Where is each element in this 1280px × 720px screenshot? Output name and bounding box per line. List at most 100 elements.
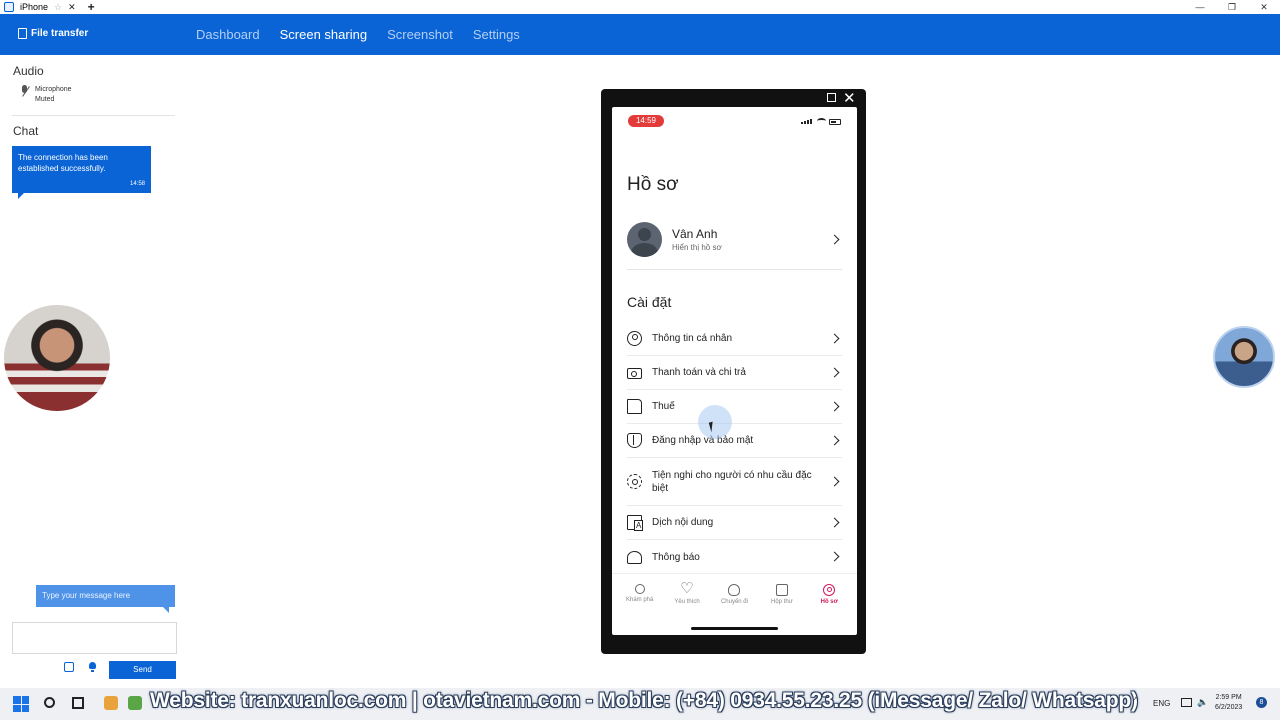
taskbar-clock[interactable]: 2:59 PM 6/2/2023 bbox=[1215, 693, 1242, 713]
menu-label: Đăng nhập và bảo mật bbox=[652, 435, 754, 446]
chevron-right-icon bbox=[829, 333, 840, 343]
microphone-toggle[interactable]: Microphone Muted bbox=[20, 85, 72, 105]
payment-card-icon bbox=[627, 368, 642, 379]
presenter-avatar-badge bbox=[1213, 326, 1275, 388]
browser-tab[interactable]: iPhone ☆ ✕ bbox=[0, 0, 80, 14]
app-icon[interactable] bbox=[104, 696, 118, 710]
task-view-icon[interactable] bbox=[72, 697, 84, 709]
attach-screenshot-icon[interactable] bbox=[64, 662, 74, 672]
close-window-button[interactable]: ✕ bbox=[1248, 0, 1280, 14]
menu-label: Thông báo bbox=[652, 551, 700, 563]
tab-trips[interactable]: Chuyến đi bbox=[712, 574, 756, 617]
tab-wishlists[interactable]: Yêu thích bbox=[665, 574, 709, 617]
menu-label: Dịch nội dung bbox=[652, 517, 714, 528]
nav-settings[interactable]: Settings bbox=[473, 27, 520, 42]
tab-close-icon[interactable]: ✕ bbox=[68, 2, 76, 13]
chevron-right-icon bbox=[829, 435, 840, 445]
heart-icon bbox=[680, 579, 693, 597]
send-button[interactable]: Send bbox=[109, 661, 176, 679]
page-title: Hồ sơ bbox=[627, 174, 679, 195]
menu-notifications[interactable]: Thông báo bbox=[627, 540, 842, 574]
chat-message-text: The connection has been established succ… bbox=[18, 153, 108, 173]
settings-heading: Cài đặt bbox=[627, 294, 672, 310]
menu-payments[interactable]: Thanh toán và chi trả bbox=[627, 356, 842, 390]
menu-personal-info[interactable]: Thông tin cá nhân bbox=[627, 322, 842, 356]
user-circle-icon bbox=[627, 331, 642, 346]
windows-start-icon[interactable] bbox=[13, 696, 29, 712]
phone-screen[interactable]: 14:59 Hồ sơ Vân Anh Hiển thị hồ sơ Cài đ… bbox=[612, 107, 857, 635]
inbox-icon bbox=[775, 584, 788, 596]
battery-icon bbox=[829, 119, 841, 125]
document-icon bbox=[627, 399, 642, 414]
popout-icon[interactable] bbox=[827, 93, 836, 102]
left-panel: Audio Microphone Muted Chat The connecti… bbox=[0, 55, 185, 688]
chat-message-bubble: The connection has been established succ… bbox=[12, 146, 151, 199]
watermark-banner: Website: tranxuanloc.com | otavietnam.co… bbox=[150, 689, 1138, 712]
menu-login-security[interactable]: Đăng nhập và bảo mật bbox=[627, 424, 842, 458]
profile-icon bbox=[823, 584, 836, 596]
wifi-icon bbox=[817, 118, 826, 124]
divider bbox=[627, 269, 842, 270]
tab-title: iPhone bbox=[20, 2, 49, 12]
nav-screenshot[interactable]: Screenshot bbox=[387, 27, 453, 42]
tab-label: Khám phá bbox=[626, 597, 654, 603]
divider bbox=[12, 115, 175, 116]
clock-time: 2:59 PM bbox=[1215, 694, 1242, 701]
message-hint: Type your message here bbox=[36, 585, 175, 613]
tab-label: Hộp thư bbox=[771, 599, 793, 605]
top-navigation: File transfer Dashboard Screen sharing S… bbox=[0, 14, 1280, 55]
chevron-right-icon bbox=[829, 367, 840, 377]
tab-label: Chuyến đi bbox=[720, 599, 748, 605]
microphone-status: Muted bbox=[35, 96, 55, 103]
nav-dashboard[interactable]: Dashboard bbox=[196, 27, 260, 42]
chat-input[interactable] bbox=[12, 622, 177, 654]
window-titlebar: iPhone ☆ ✕ + — ❐ ✕ bbox=[0, 0, 1280, 14]
search-icon[interactable] bbox=[44, 697, 55, 708]
tab-explore[interactable]: Khám phá bbox=[618, 574, 662, 617]
menu-taxes[interactable]: Thuế bbox=[627, 390, 842, 424]
app-icon bbox=[4, 2, 14, 12]
chat-message-time: 14:58 bbox=[129, 181, 145, 187]
nav-links: Dashboard Screen sharing Screenshot Sett… bbox=[196, 14, 520, 55]
nav-screen-sharing[interactable]: Screen sharing bbox=[280, 27, 367, 42]
profile-subtitle: Hiển thị hồ sơ bbox=[672, 243, 722, 252]
restore-button[interactable]: ❐ bbox=[1216, 0, 1248, 14]
microphone-muted-icon bbox=[20, 85, 30, 99]
tray-overflow-icon[interactable]: ^ bbox=[1134, 695, 1138, 705]
menu-label: Thông tin cá nhân bbox=[652, 333, 733, 344]
menu-accessibility[interactable]: Tiện nghi cho người có nhu cầu đặc biệt bbox=[627, 458, 842, 506]
phone-mirror-frame: ✕ 14:59 Hồ sơ Vân Anh Hiển thị hồ sơ Cài… bbox=[601, 89, 866, 654]
menu-label: Thanh toán và chi trả bbox=[652, 367, 746, 378]
chevron-right-icon bbox=[829, 517, 840, 527]
profile-name: Vân Anh bbox=[672, 227, 718, 241]
audio-heading: Audio bbox=[13, 64, 44, 78]
tab-inbox[interactable]: Hộp thư bbox=[760, 574, 804, 617]
star-icon[interactable]: ☆ bbox=[54, 2, 62, 13]
home-indicator bbox=[691, 627, 778, 630]
window-controls: — ❐ ✕ bbox=[1184, 0, 1280, 14]
chevron-right-icon bbox=[829, 476, 840, 486]
language-indicator[interactable]: ENG bbox=[1153, 699, 1170, 708]
webcam-avatar bbox=[4, 305, 110, 411]
new-tab-button[interactable]: + bbox=[88, 0, 95, 14]
clock-date: 6/2/2023 bbox=[1215, 704, 1243, 711]
network-icon[interactable] bbox=[1181, 698, 1192, 707]
volume-icon[interactable]: 🔈 bbox=[1197, 697, 1208, 708]
airbnb-icon bbox=[728, 584, 741, 596]
signal-icon bbox=[801, 119, 812, 124]
profile-row[interactable]: Vân Anh Hiển thị hồ sơ bbox=[627, 222, 842, 268]
app-icon[interactable] bbox=[128, 696, 142, 710]
file-transfer-button[interactable]: File transfer bbox=[18, 28, 88, 39]
status-time: 14:59 bbox=[628, 115, 664, 127]
pinned-apps bbox=[104, 696, 142, 710]
close-icon[interactable]: ✕ bbox=[843, 89, 856, 107]
chevron-right-icon bbox=[829, 234, 840, 245]
settings-menu: Thông tin cá nhân Thanh toán và chi trả … bbox=[627, 322, 842, 574]
tab-profile[interactable]: Hồ sơ bbox=[807, 574, 851, 617]
file-transfer-label: File transfer bbox=[31, 28, 89, 39]
chevron-right-icon bbox=[829, 401, 840, 411]
notification-bell-icon[interactable] bbox=[87, 661, 98, 672]
menu-translation[interactable]: Dịch nội dung bbox=[627, 506, 842, 540]
minimize-button[interactable]: — bbox=[1184, 0, 1216, 14]
notification-badge[interactable]: 8 bbox=[1256, 697, 1267, 708]
